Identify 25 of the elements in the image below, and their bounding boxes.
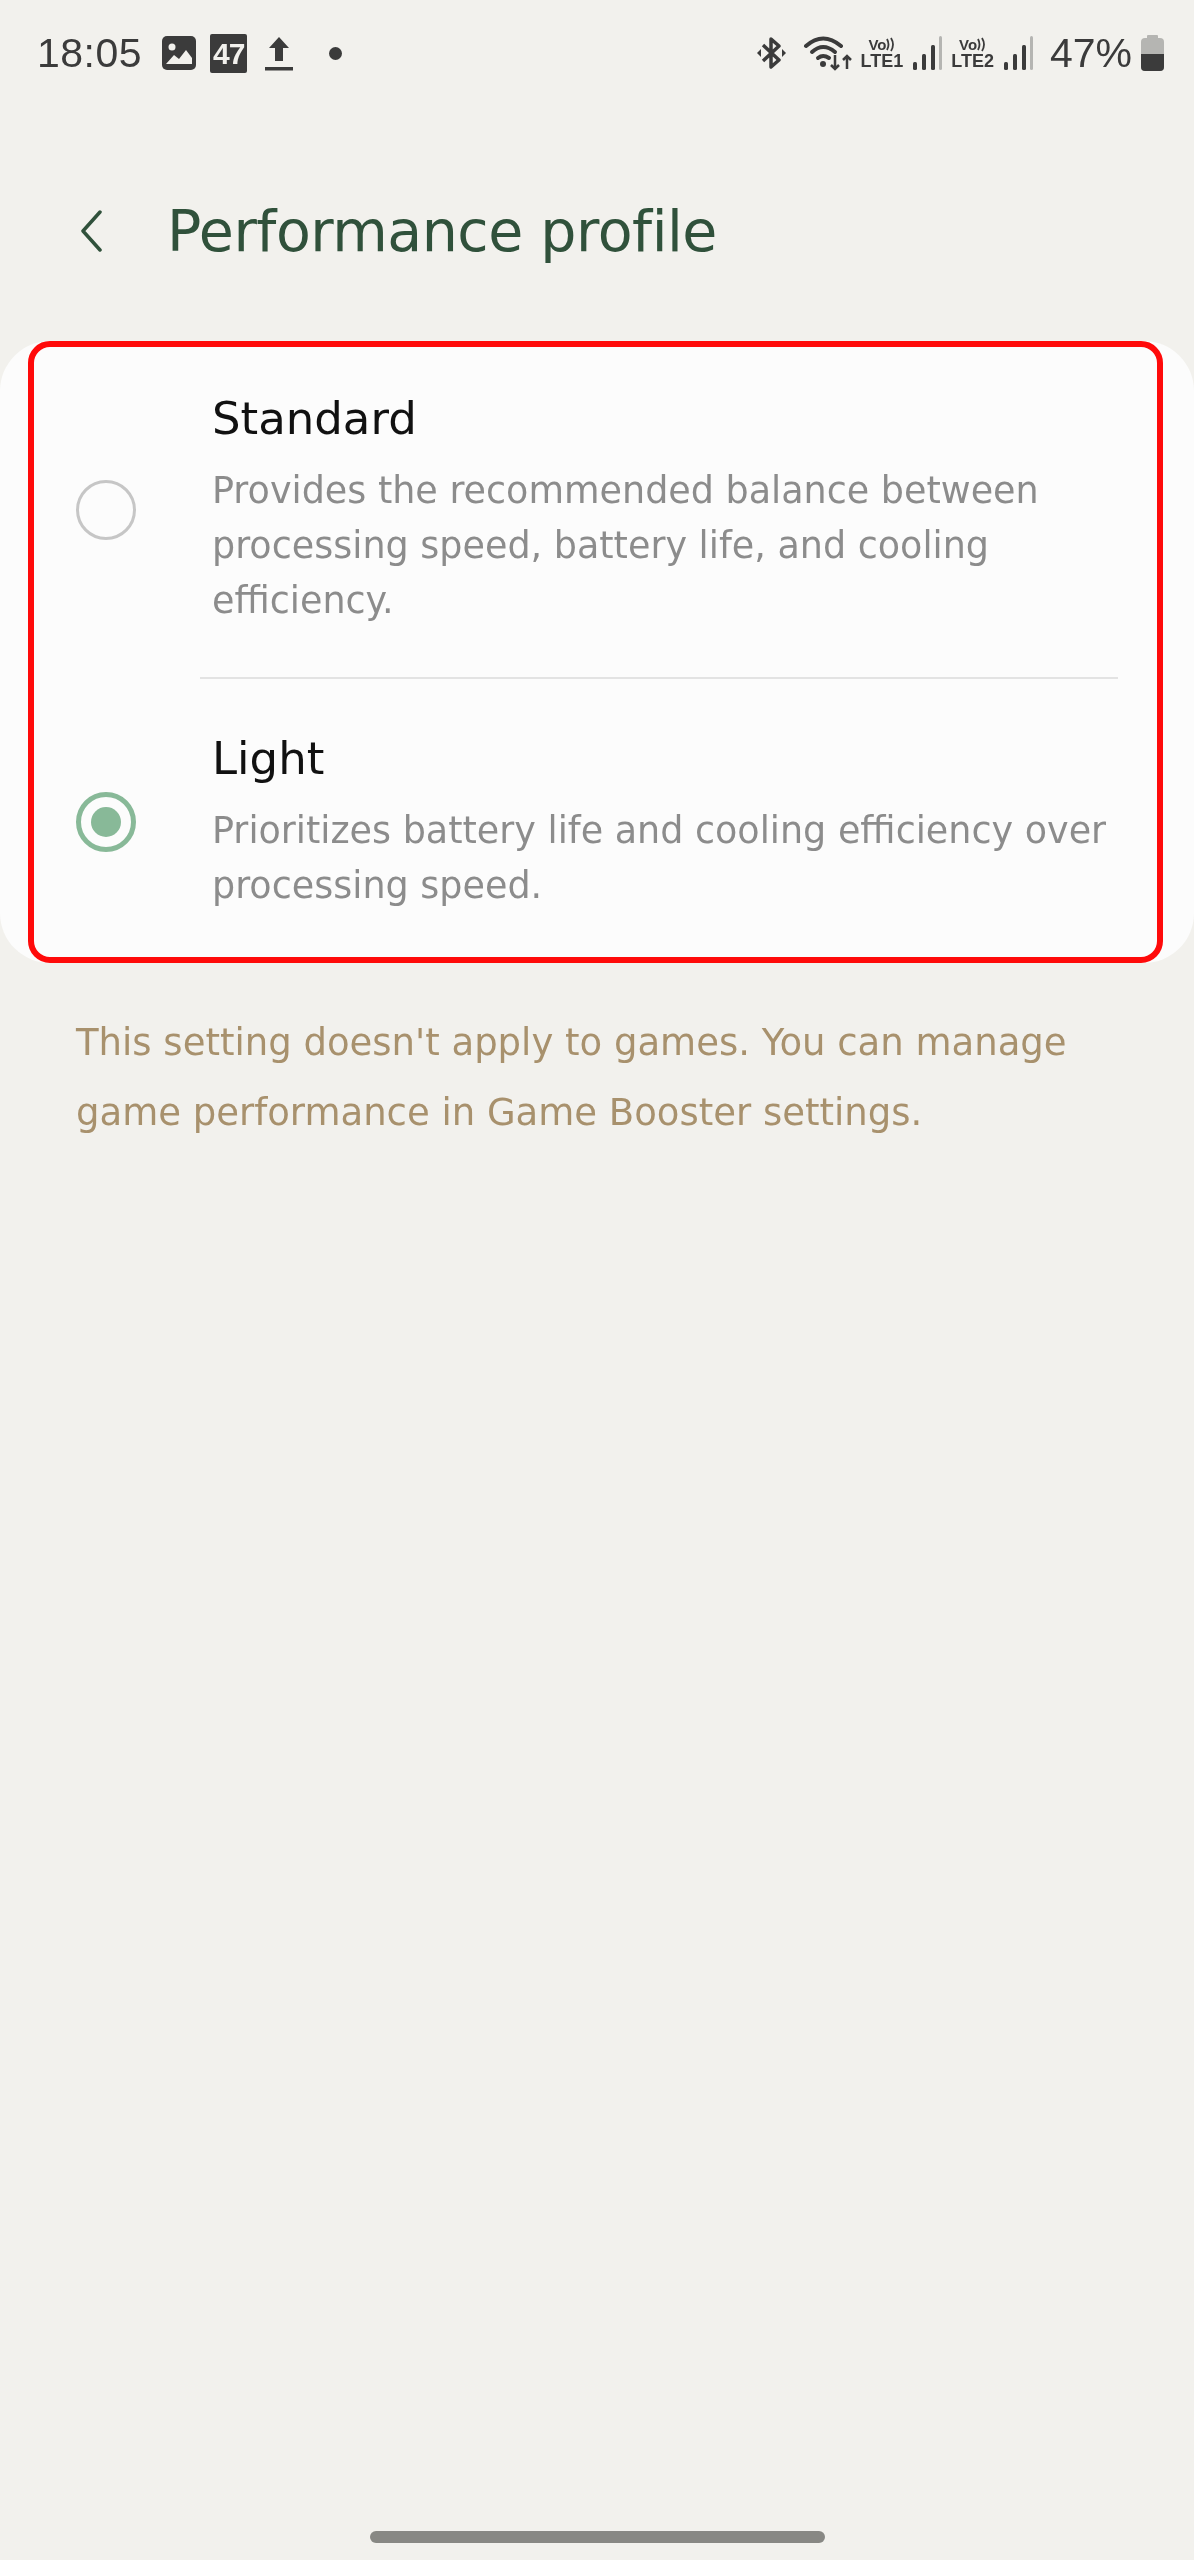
upload-icon <box>265 35 294 71</box>
signal-bars-icon <box>1003 36 1034 70</box>
option-title: Standard <box>212 391 418 447</box>
radio-button[interactable] <box>76 792 136 852</box>
battery-percent: 47% <box>1049 32 1132 74</box>
bluetooth-icon <box>756 35 786 71</box>
number-badge: 47 <box>210 33 248 73</box>
network-label: LTE1 <box>860 51 904 70</box>
info-note: This setting doesn't apply to games. You can manage game performance in Game Booster settings. <box>75 1020 1068 1136</box>
signal-waves-icon <box>886 36 896 52</box>
status-time: 18:05 <box>37 32 143 74</box>
signal-waves-icon <box>977 36 987 52</box>
image-icon <box>162 36 197 70</box>
back-icon <box>80 210 102 252</box>
option-description: Prioritizes battery life and cooling efficiency over processing speed. <box>212 808 1108 909</box>
signal-bars-icon <box>913 36 944 70</box>
volte-label: Vo <box>868 36 887 52</box>
wifi-icon <box>802 35 853 71</box>
battery-icon <box>1141 35 1164 71</box>
option-title: Light <box>212 731 326 787</box>
network-label: LTE2 <box>951 51 994 70</box>
dot-icon <box>329 46 343 60</box>
page-title: Performance profile <box>167 196 717 266</box>
volte-label: Vo <box>959 36 978 52</box>
option-description: Provides the recommended balance between processing speed, battery life, and cooling efficiency. <box>212 468 1040 624</box>
